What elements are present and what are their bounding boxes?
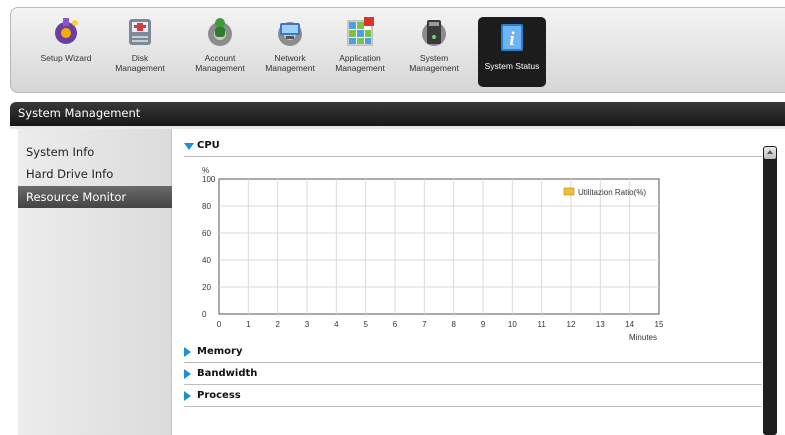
y-tick-label: 100 <box>202 175 216 184</box>
application-icon <box>343 15 377 49</box>
sidebar-item-hard-drive-info[interactable]: Hard Drive Info <box>18 163 172 185</box>
section-header: System Management <box>10 102 785 126</box>
x-tick-label: 4 <box>334 320 339 329</box>
x-tick-label: 10 <box>508 320 517 329</box>
account-icon <box>203 15 237 49</box>
panel-title: Process <box>197 390 241 401</box>
y-tick-label: 20 <box>202 283 211 292</box>
main-content: CPU 0 20 40 60 80 100 0 1 2 3 4 5 6 7 8 9 10 11 12 13 14 15% M… <box>172 129 785 435</box>
x-tick-label: 1 <box>246 320 251 329</box>
x-tick-label: 9 <box>481 320 486 329</box>
nav-account-management[interactable]: Account Management <box>186 11 254 87</box>
network-icon <box>273 15 307 49</box>
x-tick-label: 0 <box>217 320 222 329</box>
panel-bandwidth-header[interactable]: Bandwidth <box>184 365 762 385</box>
panel-title: Bandwidth <box>197 368 258 379</box>
scroll-up-icon[interactable] <box>764 147 776 159</box>
x-tick-label: 5 <box>363 320 368 329</box>
top-toolbar: Setup Wizard Disk Management Account Man <box>0 0 785 98</box>
sidebar: System Info Hard Drive Info Resource Mon… <box>18 129 172 435</box>
x-tick-label: 2 <box>275 320 280 329</box>
nav-label: System Management <box>409 53 459 73</box>
x-tick-label: 8 <box>451 320 456 329</box>
nav-label: Disk Management <box>115 53 165 73</box>
panel-process-header[interactable]: Process <box>184 387 762 407</box>
x-tick-label: 11 <box>538 320 547 329</box>
nav-label: Setup Wizard <box>40 53 92 63</box>
vertical-scrollbar[interactable] <box>763 146 777 435</box>
nav-setup-wizard[interactable]: Setup Wizard <box>32 11 100 87</box>
svg-text:i: i <box>509 29 515 50</box>
x-tick-label: 12 <box>567 320 576 329</box>
y-unit-label: % <box>202 166 209 175</box>
y-tick-label: 60 <box>202 229 211 238</box>
legend-label: Utilitazion Ratio(%) <box>578 188 646 197</box>
y-tick-label: 40 <box>202 256 211 265</box>
x-tick-label: 15 <box>655 320 664 329</box>
nav-disk-management[interactable]: Disk Management <box>106 11 174 87</box>
sidebar-item-resource-monitor[interactable]: Resource Monitor <box>18 186 172 208</box>
nav-system-status[interactable]: i System Status <box>478 17 546 87</box>
nav-application-management[interactable]: Application Management <box>326 11 394 87</box>
x-tick-label: 3 <box>305 320 310 329</box>
info-icon: i <box>495 21 529 55</box>
nav-label: Network Management <box>265 53 315 73</box>
disk-icon <box>123 15 157 49</box>
x-tick-label: 13 <box>596 320 605 329</box>
y-tick-label: 0 <box>202 310 207 319</box>
panel-title: Memory <box>197 346 243 357</box>
y-tick-label: 80 <box>202 202 211 211</box>
chevron-right-icon <box>184 347 191 357</box>
wizard-icon <box>49 15 83 49</box>
x-axis-label: Minutes <box>629 333 657 342</box>
nav-label: Application Management <box>335 53 385 73</box>
x-tick-label: 7 <box>422 320 427 329</box>
x-tick-label: 14 <box>625 320 634 329</box>
cpu-chart: 0204060801000 1 2 3 4 5 6 7 8 9 10 11 12 13 14 15%Minut… <box>202 166 664 342</box>
plot-area <box>218 178 660 315</box>
nav-label: Account Management <box>195 53 245 73</box>
chevron-right-icon <box>184 391 191 401</box>
system-icon <box>417 15 451 49</box>
nav-system-management[interactable]: System Management <box>400 11 468 87</box>
legend-swatch <box>563 187 575 196</box>
nav-label: System Status <box>484 61 540 71</box>
nav-network-management[interactable]: Network Management <box>256 11 324 87</box>
panel-memory-header[interactable]: Memory <box>184 343 762 363</box>
x-tick-label: 6 <box>393 320 398 329</box>
chevron-right-icon <box>184 369 191 379</box>
sidebar-item-system-info[interactable]: System Info <box>18 141 172 163</box>
section-title: System Management <box>18 106 141 120</box>
